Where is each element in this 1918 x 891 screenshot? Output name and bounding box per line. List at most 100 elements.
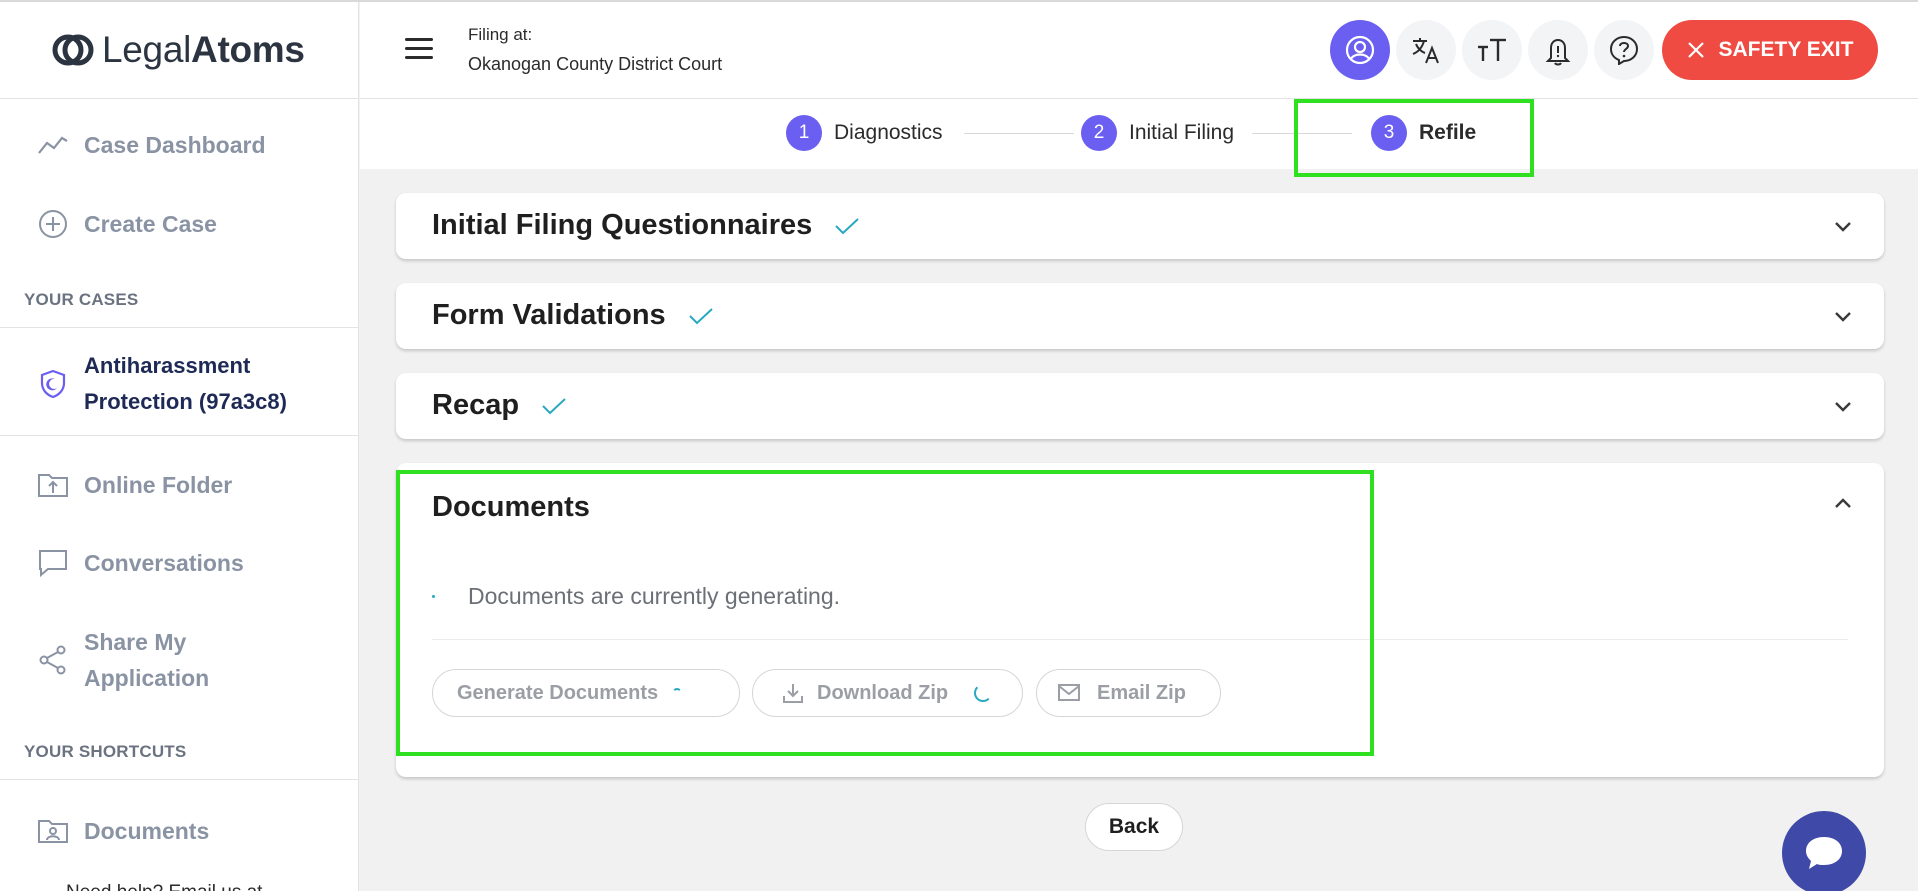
section-title: Documents [432, 491, 590, 523]
shield-icon [36, 367, 70, 401]
sidebar-item-label: Documents [84, 817, 210, 844]
case-label-line2: Protection (97a3c8) [84, 389, 287, 414]
check-icon [542, 397, 566, 414]
safety-exit-label: SAFETY EXIT [1718, 38, 1854, 61]
loading-spinner-icon [974, 684, 993, 702]
sidebar-item-label: Conversations [84, 549, 244, 576]
download-zip-label: Download Zip [817, 681, 949, 704]
top-header: Filing at: Okanogan County District Cour… [360, 2, 1918, 99]
section-title: Recap [432, 389, 520, 421]
sidebar-item-label: Create Case [84, 210, 217, 237]
section-header: Initial Filing Questionnaires [432, 209, 860, 242]
divider [432, 639, 1848, 640]
step-diagnostics[interactable]: 1 Diagnostics [786, 115, 943, 151]
chat-bubble-icon [36, 546, 70, 580]
brand-name: LegalAtoms [102, 29, 305, 70]
email-zip-label: Email Zip [1097, 681, 1186, 704]
section-title: Form Validations [432, 299, 666, 331]
sidebar-item-label: Share My Application [84, 624, 209, 696]
step-label: Refile [1419, 121, 1477, 144]
sidebar: LegalAtoms Case Dashboard Create Case YO… [0, 2, 359, 891]
loading-spinner-icon [672, 688, 683, 698]
email-icon [1058, 684, 1080, 701]
section-form-validations[interactable]: Form Validations [396, 283, 1884, 349]
divider [0, 779, 358, 780]
folder-user-icon [36, 814, 70, 848]
sidebar-item-case-dashboard[interactable]: Case Dashboard [36, 128, 266, 162]
chevron-down-icon[interactable] [1834, 311, 1852, 323]
check-icon [835, 217, 859, 234]
step-connector [964, 133, 1074, 134]
case-label-line1: Antiharassment [84, 353, 251, 378]
notifications-button[interactable] [1528, 20, 1588, 80]
your-shortcuts-label: YOUR SHORTCUTS [24, 742, 187, 761]
sidebar-item-documents[interactable]: Documents [36, 814, 209, 848]
loading-spinner-icon [432, 595, 435, 598]
chevron-up-icon[interactable] [1834, 497, 1852, 509]
user-circle-icon [1345, 35, 1375, 65]
translate-icon [1412, 38, 1439, 64]
section-header[interactable]: Documents [432, 491, 590, 524]
chat-bubble-icon [1806, 837, 1842, 869]
generate-documents-label: Generate Documents [457, 681, 659, 704]
progress-stepper: 1 Diagnostics 2 Initial Filing 3 Refile [360, 99, 1918, 169]
close-icon [1687, 42, 1704, 58]
section-recap[interactable]: Recap [396, 373, 1884, 439]
sidebar-case-antiharassment[interactable]: Antiharassment Protection (97a3c8) [36, 348, 287, 420]
text-size-icon [1478, 38, 1506, 61]
section-header: Form Validations [432, 299, 714, 332]
question-icon [1609, 35, 1639, 65]
step-number: 1 [786, 115, 822, 151]
section-header: Recap [432, 389, 567, 422]
your-cases-label: YOUR CASES [24, 290, 139, 309]
download-zip-button[interactable]: Download Zip [752, 669, 1023, 717]
account-button[interactable] [1330, 20, 1390, 80]
section-documents: Documents Documents are currently genera… [396, 463, 1884, 777]
text-size-button[interactable] [1462, 20, 1522, 80]
section-initial-filing-questionnaires[interactable]: Initial Filing Questionnaires [396, 193, 1884, 259]
chevron-down-icon[interactable] [1834, 221, 1852, 233]
step-refile[interactable]: 3 Refile [1371, 115, 1476, 151]
divider [0, 327, 358, 328]
sidebar-item-label: Case Dashboard [84, 131, 266, 158]
help-email-text: Need help? Email us at [66, 882, 262, 891]
step-number: 2 [1081, 115, 1117, 151]
plus-circle-icon [36, 207, 70, 241]
safety-exit-button[interactable]: SAFETY EXIT [1662, 20, 1878, 80]
filing-court: Okanogan County District Court [468, 54, 723, 74]
filing-label: Filing at: [468, 25, 533, 44]
case-label: Antiharassment Protection (97a3c8) [84, 348, 287, 420]
step-label: Diagnostics [834, 121, 943, 144]
help-button[interactable] [1594, 20, 1654, 80]
documents-status-text: Documents are currently generating. [468, 583, 841, 609]
share-label-line1: Share My [84, 629, 187, 655]
step-number: 3 [1371, 115, 1407, 151]
email-zip-button[interactable]: Email Zip [1036, 669, 1221, 717]
sidebar-item-create-case[interactable]: Create Case [36, 207, 217, 241]
divider [0, 435, 358, 436]
download-icon [783, 684, 803, 703]
sidebar-item-share-application[interactable]: Share My Application [36, 624, 209, 696]
legalatoms-logo-icon [52, 34, 94, 66]
sidebar-item-online-folder[interactable]: Online Folder [36, 468, 232, 502]
section-title: Initial Filing Questionnaires [432, 209, 813, 241]
check-icon [688, 307, 713, 324]
trend-line-icon [36, 128, 70, 162]
back-button[interactable]: Back [1085, 803, 1183, 851]
documents-status: Documents are currently generating. [432, 583, 840, 610]
sidebar-item-conversations[interactable]: Conversations [36, 546, 244, 580]
folder-upload-icon [36, 468, 70, 502]
generate-documents-button[interactable]: Generate Documents [432, 669, 740, 717]
share-label-line2: Application [84, 665, 210, 691]
share-icon [36, 643, 70, 677]
bell-icon [1545, 38, 1571, 66]
step-initial-filing[interactable]: 2 Initial Filing [1081, 115, 1234, 151]
translate-button[interactable] [1396, 20, 1456, 80]
chat-launcher-button[interactable] [1782, 811, 1866, 891]
step-label: Initial Filing [1129, 121, 1235, 144]
brand-logo[interactable]: LegalAtoms [0, 2, 358, 99]
step-connector [1252, 133, 1352, 134]
menu-icon[interactable] [405, 38, 433, 60]
chevron-down-icon[interactable] [1834, 401, 1852, 413]
sidebar-item-label: Online Folder [84, 471, 233, 498]
